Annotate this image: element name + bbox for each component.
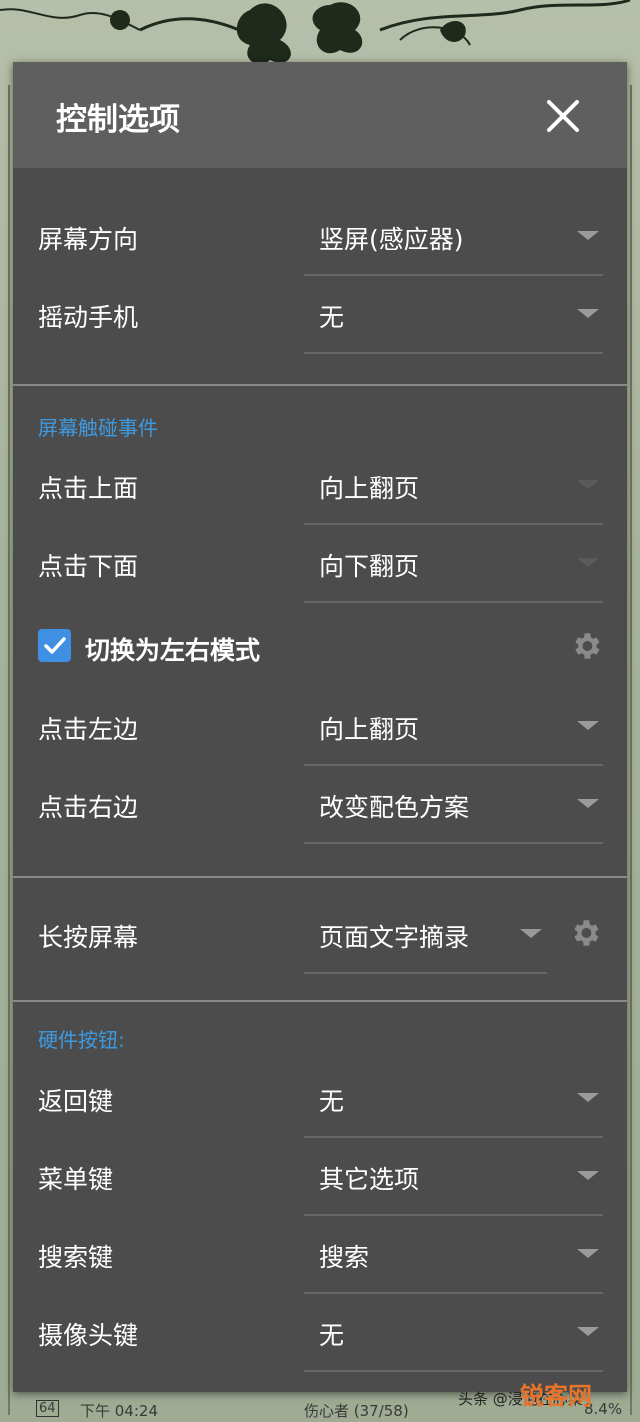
dropdown-arrow-icon [577, 558, 599, 567]
search-key-dropdown[interactable]: 搜索 [304, 1216, 603, 1294]
dialog-title: 控制选项 [56, 102, 180, 138]
camera-key-dropdown[interactable]: 无 [304, 1294, 603, 1372]
tap-left-row: 点击左边 向上翻页 [13, 688, 627, 766]
page-frame-right [630, 85, 632, 1415]
gear-icon[interactable] [568, 916, 602, 950]
tap-left-value: 向上翻页 [319, 715, 420, 744]
dropdown-arrow-icon [577, 1249, 599, 1258]
dropdown-arrow-icon [577, 1093, 599, 1102]
tap-right-row: 点击右边 改变配色方案 [13, 766, 627, 844]
shake-phone-row: 摇动手机 无 [13, 276, 627, 354]
status-book-title: 伤心者 (37/58) [304, 1402, 409, 1420]
dropdown-arrow-icon [577, 480, 599, 489]
gear-icon[interactable] [569, 629, 603, 663]
long-press-label: 长按屏幕 [38, 923, 139, 952]
menu-key-row: 菜单键 其它选项 [13, 1138, 627, 1216]
tap-bottom-value: 向下翻页 [319, 552, 420, 581]
dropdown-arrow-icon [577, 1171, 599, 1180]
long-press-value: 页面文字摘录 [319, 923, 470, 952]
dialog-header: 控制选项 [13, 62, 627, 168]
back-key-row: 返回键 无 [13, 1060, 627, 1138]
checkmark-icon [44, 637, 66, 654]
back-key-label: 返回键 [38, 1087, 114, 1116]
tap-top-dropdown[interactable]: 向上翻页 [304, 447, 603, 525]
tap-right-dropdown[interactable]: 改变配色方案 [304, 766, 603, 844]
shake-phone-value: 无 [319, 303, 345, 332]
tap-right-value: 改变配色方案 [319, 793, 470, 822]
touch-events-header: 屏幕触碰事件 [38, 416, 158, 440]
long-press-row: 长按屏幕 页面文字摘录 [13, 896, 627, 974]
section-divider [13, 876, 627, 878]
shake-phone-dropdown[interactable]: 无 [304, 276, 603, 354]
back-key-dropdown[interactable]: 无 [304, 1060, 603, 1138]
screen-orientation-label: 屏幕方向 [38, 225, 139, 254]
tap-bottom-label: 点击下面 [38, 552, 139, 581]
menu-key-dropdown[interactable]: 其它选项 [304, 1138, 603, 1216]
tap-bottom-row: 点击下面 向下翻页 [13, 525, 627, 603]
dropdown-arrow-icon [577, 231, 599, 240]
page-frame-left [8, 85, 10, 1415]
search-key-label: 搜索键 [38, 1243, 114, 1272]
left-right-mode-label: 切换为左右模式 [85, 636, 261, 665]
dropdown-arrow-icon [577, 309, 599, 318]
control-options-dialog: 控制选项 屏幕方向 竖屏(感应器) 摇动手机 无 屏幕触碰事件 点击上面 向上翻… [13, 62, 627, 1392]
back-key-value: 无 [319, 1087, 345, 1116]
dropdown-arrow-icon [577, 799, 599, 808]
camera-key-label: 摄像头键 [38, 1321, 139, 1350]
section-divider [13, 384, 627, 386]
menu-key-value: 其它选项 [319, 1165, 420, 1194]
screen-orientation-row: 屏幕方向 竖屏(感应器) [13, 198, 627, 276]
battery-level: 64 [36, 1400, 59, 1417]
left-right-mode-checkbox[interactable] [38, 629, 71, 662]
tap-right-label: 点击右边 [38, 793, 139, 822]
tap-top-row: 点击上面 向上翻页 [13, 447, 627, 525]
search-key-row: 搜索键 搜索 [13, 1216, 627, 1294]
tap-bottom-dropdown[interactable]: 向下翻页 [304, 525, 603, 603]
camera-key-value: 无 [319, 1321, 345, 1350]
tap-left-label: 点击左边 [38, 715, 139, 744]
shake-phone-label: 摇动手机 [38, 303, 139, 332]
dropdown-arrow-icon [520, 929, 542, 938]
watermark-logo: 锐客网 [520, 1382, 592, 1410]
close-icon[interactable] [541, 94, 585, 138]
tap-left-dropdown[interactable]: 向上翻页 [304, 688, 603, 766]
dropdown-arrow-icon [577, 1327, 599, 1336]
screen-orientation-dropdown[interactable]: 竖屏(感应器) [304, 198, 603, 276]
tap-top-value: 向上翻页 [319, 474, 420, 503]
floral-decoration-icon [0, 0, 631, 65]
status-time: 下午 04:24 [80, 1402, 158, 1420]
screen-orientation-value: 竖屏(感应器) [319, 225, 464, 254]
dropdown-arrow-icon [577, 721, 599, 730]
tap-top-label: 点击上面 [38, 474, 139, 503]
section-divider [13, 1000, 627, 1002]
search-key-value: 搜索 [319, 1243, 370, 1272]
menu-key-label: 菜单键 [38, 1165, 114, 1194]
long-press-dropdown[interactable]: 页面文字摘录 [304, 896, 547, 974]
hardware-buttons-header: 硬件按钮: [38, 1028, 125, 1052]
camera-key-row: 摄像头键 无 [13, 1294, 627, 1372]
